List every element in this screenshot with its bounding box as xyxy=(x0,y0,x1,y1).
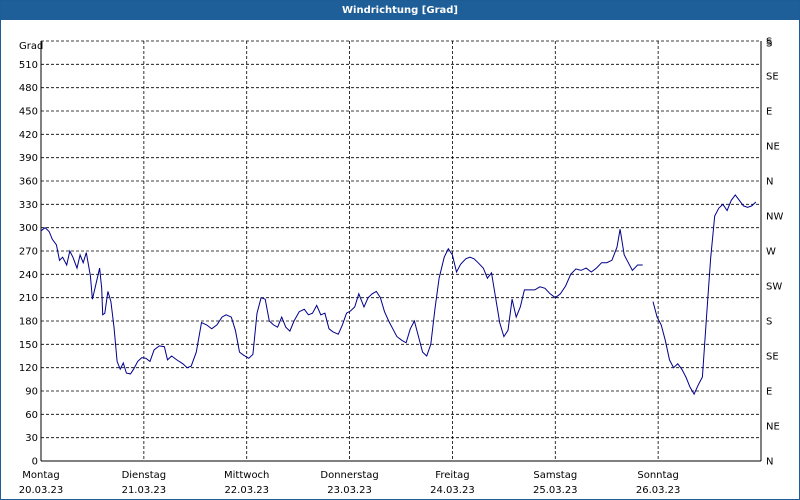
x-tick-day: Montag xyxy=(22,470,59,481)
y-tick-label: 420 xyxy=(19,130,38,141)
x-tick-day: Sonntag xyxy=(637,470,679,481)
right-axis-label: E xyxy=(766,387,772,398)
x-tick-day: Mittwoch xyxy=(224,470,269,481)
grid-layer xyxy=(41,40,761,462)
x-tick-date: 24.03.23 xyxy=(430,485,475,496)
y-tick-label: 180 xyxy=(19,317,38,328)
right-axis-label: E xyxy=(766,107,772,118)
right-axis-label: N xyxy=(766,457,773,468)
x-tick-day: Dienstag xyxy=(122,470,167,481)
y-tick-label: 90 xyxy=(25,387,38,398)
x-tick-day: Donnerstag xyxy=(320,470,378,481)
y-tick-label: 240 xyxy=(19,270,38,281)
right-axis-label: NE xyxy=(766,422,780,433)
y-tick-label: 270 xyxy=(19,247,38,258)
x-tick-date: 22.03.23 xyxy=(224,485,269,496)
chart-window: Windrichtung [Grad] 0 30 60 90 120 150 180 210 2… xyxy=(0,0,800,500)
y-tick-label: 0 xyxy=(32,457,38,468)
y-tick-label: 120 xyxy=(19,363,38,374)
right-axis-label: N xyxy=(766,177,773,188)
x-tick-day: Freitag xyxy=(435,470,469,481)
y-tick-label: 300 xyxy=(19,223,38,234)
y-tick-label: 210 xyxy=(19,293,38,304)
y-tick-label: 360 xyxy=(19,177,38,188)
y-tick-label: 30 xyxy=(25,433,38,444)
y-tick-label: 60 xyxy=(25,410,38,421)
right-axis-top-label: S xyxy=(766,39,772,50)
axis-layer: 0 30 60 90 120 150 180 210 240 270 300 330 360 390 420… xyxy=(19,37,784,497)
y-tick-label: 150 xyxy=(19,340,38,351)
right-axis-label: SE xyxy=(766,352,779,363)
x-tick-date: 21.03.23 xyxy=(122,485,167,496)
y-axis-label: Grad xyxy=(19,41,43,52)
y-tick-label: 510 xyxy=(19,60,38,71)
x-tick-date: 25.03.23 xyxy=(533,485,578,496)
x-tick-date: 23.03.23 xyxy=(327,485,372,496)
right-axis-label: W xyxy=(766,247,776,258)
x-tick-date: 26.03.23 xyxy=(636,485,681,496)
y-tick-label: 480 xyxy=(19,83,38,94)
right-axis-label: SE xyxy=(766,72,779,83)
y-tick-label: 390 xyxy=(19,153,38,164)
right-axis-label: NE xyxy=(766,142,780,153)
x-tick-day: Samstag xyxy=(533,470,577,481)
y-tick-label: 330 xyxy=(19,200,38,211)
right-axis-label: NW xyxy=(766,212,783,223)
right-axis-label: SW xyxy=(766,282,782,293)
series-layer xyxy=(40,194,757,396)
right-axis-label: S xyxy=(766,317,772,328)
wind-direction-line xyxy=(40,227,643,375)
line-chart: 0 30 60 90 120 150 180 210 240 270 300 330 360 390 420… xyxy=(19,37,784,497)
y-tick-label: 450 xyxy=(19,107,38,118)
x-tick-date: 20.03.23 xyxy=(19,485,64,496)
wind-direction-line xyxy=(652,194,757,396)
